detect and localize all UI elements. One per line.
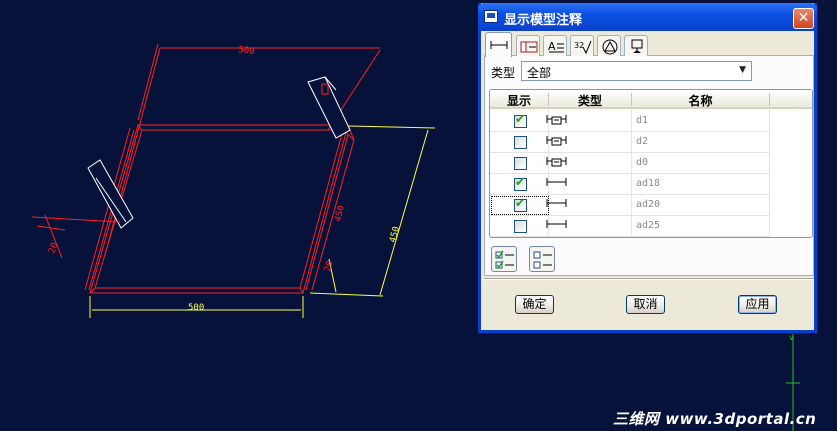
show-checkbox[interactable] [514,157,527,170]
datum-tab-icon [631,39,643,53]
tolerance-tab-icon [520,41,538,53]
table-row[interactable]: d2 [490,132,770,153]
show-checkbox[interactable]: ✔ [514,112,527,128]
annotation-name: ad18 [636,178,661,189]
show-checkbox[interactable]: ✔ [514,175,527,191]
annotation-name: d1 [636,115,649,126]
show-checkbox[interactable]: ✔ [514,196,527,212]
svg-text:A: A [548,40,556,53]
annotation-name: d2 [636,136,649,147]
ok-button[interactable]: 确定 [515,295,554,314]
type-filter-label: 类型 [491,66,516,80]
watermark: 三维网 www.3dportal.cn [613,410,817,428]
chevron-down-icon: ▼ [739,65,746,75]
top-dim-text[interactable]: 500 [238,45,255,57]
dimension-icon [546,199,567,207]
show-checkbox[interactable] [514,136,527,149]
type-filter-value: 全部 [527,66,552,80]
tab-geometric-tolerances[interactable] [516,35,540,56]
table-header: 显示 类型 名称 [490,90,812,109]
checkmark-icon: ✔ [515,112,526,126]
close-button[interactable]: ✕ [793,8,814,29]
dialog-title: 显示模型注释 [504,13,583,28]
surface-finish-tab-icon: 32 [574,40,592,55]
left-small-dim-text[interactable]: 20 [47,241,60,255]
tab-surface-finish[interactable]: 32 [570,35,594,56]
table-row[interactable]: ✔ ad18 [490,174,770,195]
bottom-dim-text[interactable]: 500 [188,303,204,313]
deselect-all-button[interactable] [529,246,555,272]
annotations-table: 显示 类型 名称 ✔ d1 d2 d0 ✔ ad18 ✔ ad20 ad25 [489,89,813,238]
column-header-show[interactable]: 显示 [490,92,548,109]
annotation-name: ad20 [636,199,661,210]
symbol-tab-icon [602,39,618,55]
svg-text:v: v [789,333,794,342]
tab-dimensions[interactable] [485,32,512,57]
select-all-icon [495,250,514,269]
column-header-name[interactable]: 名称 [632,92,769,109]
window-icon [484,10,498,23]
cancel-button[interactable]: 取消 [626,295,665,314]
annotation-name: ad25 [636,220,661,231]
table-row[interactable]: d0 [490,153,770,174]
tab-notes[interactable]: A [543,35,567,56]
table-row[interactable]: ✔ ad20 [490,195,770,216]
show-model-annotations-dialog: 显示模型注释 ✕ A 32 类型 全部 ▼ 显示 类型 名称 ✔ d1 d2 d… [478,3,817,333]
deselect-all-icon [533,251,552,269]
show-checkbox[interactable] [514,220,527,233]
checkmark-icon: ✔ [515,196,526,210]
table-row[interactable]: ✔ d1 [490,111,770,132]
dimension-icon [546,220,567,228]
note-tab-icon: A [548,40,564,53]
tab-datums[interactable] [624,35,648,56]
driven-dimension-icon [546,115,567,125]
annotation-name: d0 [636,157,649,168]
dimension-icon [546,178,567,186]
yellow-dims [89,125,436,318]
flange-left [87,159,134,229]
dialog-divider [484,278,814,280]
small-right-dim-text[interactable]: 20 [323,260,335,273]
driven-dimension-icon [546,157,567,167]
tab-panel: 类型 全部 ▼ 显示 类型 名称 ✔ d1 d2 d0 ✔ ad18 ✔ ad20 ad25 [484,56,814,276]
svg-text:32: 32 [574,41,584,50]
annotation-type-tabs: A 32 [484,32,814,57]
apply-button[interactable]: 应用 [738,295,777,314]
table-row[interactable]: ad25 [490,216,770,237]
checkmark-icon: ✔ [515,175,526,189]
right-yellow-dim-text[interactable]: 450 [388,225,402,243]
column-header-type[interactable]: 类型 [549,92,631,109]
type-filter-select[interactable]: 全部 ▼ [521,61,752,81]
dimension-tab-icon [490,41,508,49]
driven-dimension-icon [546,136,567,146]
select-all-button[interactable] [491,246,517,272]
dialog-titlebar[interactable]: 显示模型注释 ✕ [478,3,817,31]
tab-symbols[interactable] [597,35,621,56]
